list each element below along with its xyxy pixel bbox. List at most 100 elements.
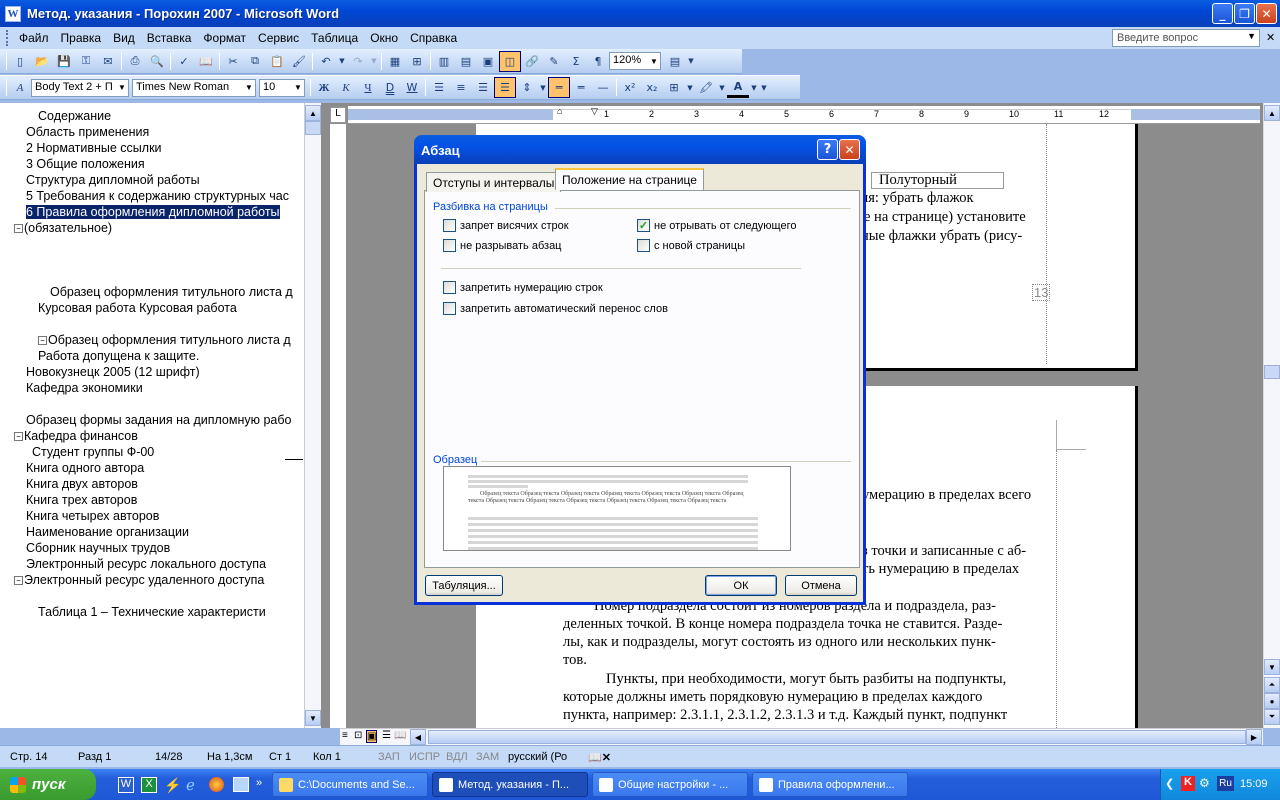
columns-icon[interactable]: ▥ bbox=[433, 51, 455, 72]
scroll-down-icon[interactable]: ▼ bbox=[1264, 659, 1280, 675]
horizontal-scroll-thumb[interactable] bbox=[428, 730, 1246, 744]
menu-help[interactable]: Справка bbox=[404, 31, 463, 45]
quicklaunch-excel-icon[interactable]: X bbox=[141, 777, 157, 793]
menu-view[interactable]: Вид bbox=[107, 31, 141, 45]
double-underline-icon[interactable]: D bbox=[379, 77, 401, 98]
line-spacing-dropdown-icon[interactable]: ▼ bbox=[538, 77, 548, 98]
checkbox-box[interactable] bbox=[443, 239, 456, 252]
font-combo[interactable]: Times New Roman ▼ bbox=[132, 78, 256, 97]
font-color-dropdown-icon[interactable]: ▼ bbox=[749, 77, 759, 98]
docmap-item[interactable]: − Электронный ресурс удаленного доступа bbox=[14, 573, 264, 587]
align-left-icon[interactable]: ☰ bbox=[428, 77, 450, 98]
ok-button[interactable]: ОК bbox=[705, 575, 777, 596]
tray-network-icon[interactable]: ⚙ bbox=[1199, 776, 1210, 790]
close-button[interactable]: ✕ bbox=[1256, 3, 1277, 24]
docmap-item[interactable]: Кафедра экономики bbox=[26, 381, 143, 395]
spelling-status-icon[interactable]: 📖✕ bbox=[588, 751, 611, 764]
docmap-item[interactable]: Студент группы Ф-00 bbox=[32, 445, 154, 459]
task-explorer[interactable]: C:\Documents and Se... bbox=[272, 772, 428, 797]
task-rules[interactable]: Правила оформлени... bbox=[752, 772, 908, 797]
scroll-up-icon[interactable]: ▲ bbox=[1264, 105, 1280, 121]
italic-icon[interactable]: К bbox=[335, 77, 357, 98]
quicklaunch-browser-icon[interactable] bbox=[209, 777, 224, 792]
indent-marker-icon[interactable]: ⌂ bbox=[557, 106, 562, 116]
scroll-thumb[interactable] bbox=[1264, 365, 1280, 379]
docmap-item[interactable]: Книга трех авторов bbox=[26, 493, 137, 507]
scroll-left-icon[interactable]: ◀ bbox=[410, 729, 426, 745]
borders-icon[interactable]: ⊞ bbox=[663, 77, 685, 98]
dialog-close-icon[interactable]: ✕ bbox=[839, 139, 860, 160]
line-spacing-icon[interactable]: ⇕ bbox=[516, 77, 538, 98]
style-dropdown-icon[interactable]: ▼ bbox=[116, 79, 128, 96]
tray-language-badge[interactable]: Ru bbox=[1217, 776, 1234, 791]
previous-page-icon[interactable]: ⏶ bbox=[1264, 677, 1280, 693]
email-icon[interactable]: ✉ bbox=[97, 51, 119, 72]
task-general-settings[interactable]: Общие настройки - ... bbox=[592, 772, 748, 797]
docmap-item[interactable]: Область применения bbox=[26, 125, 149, 139]
undo-dropdown-icon[interactable]: ▼ bbox=[337, 51, 347, 72]
quicklaunch-desktop-icon[interactable] bbox=[233, 777, 249, 792]
docmap-item[interactable]: Книга четырех авторов bbox=[26, 509, 159, 523]
highlight-dropdown-icon[interactable]: ▼ bbox=[717, 77, 727, 98]
docmap-item[interactable]: 3 Общие положения bbox=[26, 157, 145, 171]
menu-insert[interactable]: Вставка bbox=[141, 31, 198, 45]
cancel-button[interactable]: Отмена bbox=[785, 575, 857, 596]
word-app-icon[interactable]: W bbox=[5, 5, 21, 22]
redo-dropdown-icon[interactable]: ▼ bbox=[369, 51, 379, 72]
docmap-item[interactable]: 6 Правила оформления дипломной работы bbox=[26, 205, 280, 219]
print-layout-view-icon[interactable]: ▣ bbox=[366, 730, 378, 743]
save-icon[interactable]: 💾 bbox=[53, 51, 75, 72]
help-dropdown-icon[interactable]: ▼ bbox=[1247, 31, 1256, 41]
status-overtype[interactable]: ЗАМ bbox=[476, 751, 499, 763]
tables-borders-icon[interactable]: ✎ bbox=[543, 51, 565, 72]
menu-tools[interactable]: Сервис bbox=[252, 31, 305, 45]
task-word-method[interactable]: Метод. указания - П... bbox=[432, 772, 588, 797]
subscript-icon[interactable]: x₂ bbox=[641, 77, 663, 98]
research-icon[interactable]: 📖 bbox=[195, 51, 217, 72]
status-track-changes[interactable]: ИСПР bbox=[409, 751, 440, 763]
styles-formatting-icon[interactable]: A bbox=[9, 77, 31, 98]
format-painter-icon[interactable]: 🖌 bbox=[288, 51, 310, 72]
show-hide-icon[interactable]: ¶ bbox=[587, 51, 609, 72]
permission-icon[interactable]: ⚿ bbox=[75, 51, 97, 72]
docmap-item[interactable]: Наименование организации bbox=[26, 525, 189, 539]
menu-table[interactable]: Таблица bbox=[305, 31, 364, 45]
collapse-toggle-icon[interactable]: − bbox=[14, 224, 23, 234]
vertical-ruler[interactable] bbox=[330, 124, 346, 728]
zoom-dropdown-icon[interactable]: ▼ bbox=[648, 53, 660, 69]
menu-edit[interactable]: Правка bbox=[55, 31, 108, 45]
docmap-item[interactable]: Содержание bbox=[38, 109, 111, 123]
map-scroll-thumb[interactable] bbox=[305, 121, 321, 135]
undo-icon[interactable]: ↶ bbox=[315, 51, 337, 72]
docmap-item[interactable]: Образец формы задания на дипломную рабо bbox=[26, 413, 292, 427]
select-browse-object-icon[interactable]: ● bbox=[1264, 693, 1280, 709]
docmap-item[interactable]: 2 Нормативные ссылки bbox=[26, 141, 162, 155]
widow-control-checkbox[interactable]: запрет висячих строк bbox=[443, 219, 569, 232]
docmap-item[interactable]: − (обязательное) bbox=[14, 221, 112, 235]
cut-icon[interactable]: ✂ bbox=[222, 51, 244, 72]
horizontal-ruler[interactable]: 1 2 3 4 5 6 7 8 9 10 11 12 ⌂ ▽ bbox=[348, 106, 1260, 124]
collapse-toggle-icon[interactable]: − bbox=[14, 432, 23, 442]
docmap-item[interactable]: Новокузнецк 2005 (12 шрифт) bbox=[26, 365, 200, 379]
quicklaunch-app-icon[interactable]: ⚡ bbox=[164, 777, 181, 794]
highlight-icon[interactable]: 🖍 bbox=[695, 77, 717, 98]
close-doc-icon[interactable]: ✕ bbox=[1266, 31, 1275, 44]
docmap-item[interactable]: Сборник научных трудов bbox=[26, 541, 170, 555]
keep-lines-together-checkbox[interactable]: не разрывать абзац bbox=[443, 239, 562, 252]
vertical-scrollbar[interactable]: ▲ ▼ ⏶ ● ⏷ bbox=[1263, 103, 1280, 728]
toolbar-options-icon[interactable]: ▼ bbox=[686, 51, 696, 72]
style-combo[interactable]: Body Text 2 + П ▼ bbox=[31, 78, 129, 97]
drawing-icon[interactable]: ▤ bbox=[455, 51, 477, 72]
map-scroll-up-icon[interactable]: ▲ bbox=[305, 105, 321, 121]
word-underline-icon[interactable]: W bbox=[401, 77, 423, 98]
open-icon[interactable]: 📂 bbox=[31, 51, 53, 72]
docmap-item[interactable]: 5 Требования к содержанию структурных ча… bbox=[26, 189, 289, 203]
restore-button[interactable]: ❐ bbox=[1234, 3, 1255, 24]
web-view-icon[interactable]: ⊡ bbox=[354, 730, 362, 741]
document-map-icon[interactable]: ▣ bbox=[477, 51, 499, 72]
docmap-item[interactable]: Книга двух авторов bbox=[26, 477, 138, 491]
menu-file[interactable]: Файл bbox=[13, 31, 55, 45]
status-record[interactable]: ЗАП bbox=[378, 751, 400, 763]
borders-dropdown-icon[interactable]: ▼ bbox=[685, 77, 695, 98]
keep-with-next-checkbox[interactable]: ✓ не отрывать от следующего bbox=[637, 219, 796, 232]
